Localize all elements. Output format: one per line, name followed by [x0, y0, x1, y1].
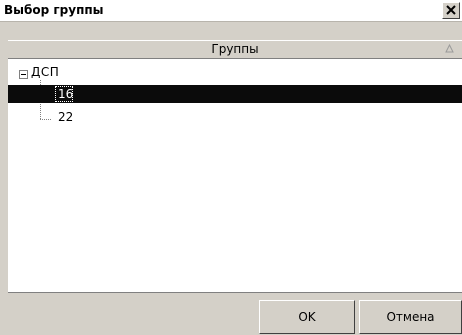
tree-node-22[interactable]: 22	[58, 110, 73, 124]
title-bar: Выбор группы	[0, 0, 462, 22]
tree-node-dsp[interactable]: ДСП	[31, 65, 59, 79]
column-header-groups[interactable]: Группы	[8, 40, 462, 59]
tree-row[interactable]	[8, 60, 462, 78]
collapse-icon[interactable]	[19, 70, 28, 79]
sort-asc-icon	[445, 44, 454, 53]
tree-node-16[interactable]: 16	[58, 87, 73, 101]
ok-button[interactable]: OK	[259, 300, 355, 334]
close-button[interactable]	[442, 2, 460, 19]
window-title: Выбор группы	[4, 3, 104, 17]
tree-row[interactable]	[8, 108, 462, 126]
tree-row-selected[interactable]	[8, 85, 462, 103]
select-group-dialog: Выбор группы Группы ДСП 16 22 OK Отмена	[0, 0, 462, 335]
close-icon	[446, 5, 456, 15]
column-header-label: Группы	[211, 42, 259, 56]
cancel-button[interactable]: Отмена	[359, 300, 462, 334]
